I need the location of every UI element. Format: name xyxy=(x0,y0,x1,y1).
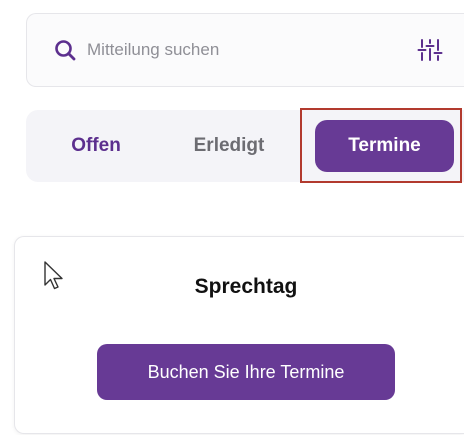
sprechtag-card: Sprechtag Buchen Sie Ihre Termine xyxy=(14,236,464,434)
tab-bar: Offen Erledigt Termine xyxy=(26,110,464,182)
search-input[interactable] xyxy=(87,36,387,64)
book-appointments-button[interactable]: Buchen Sie Ihre Termine xyxy=(97,344,395,400)
mouse-cursor-icon xyxy=(44,261,63,290)
sliders-icon[interactable] xyxy=(416,37,444,63)
tab-termine[interactable]: Termine xyxy=(315,120,454,172)
search-icon xyxy=(55,40,76,61)
search-bar[interactable] xyxy=(26,13,464,87)
card-title: Sprechtag xyxy=(194,275,298,298)
tab-offen[interactable]: Offen xyxy=(46,110,146,182)
tab-erledigt[interactable]: Erledigt xyxy=(164,110,294,182)
page: Offen Erledigt Termine Sprechtag Buchen … xyxy=(0,0,464,435)
